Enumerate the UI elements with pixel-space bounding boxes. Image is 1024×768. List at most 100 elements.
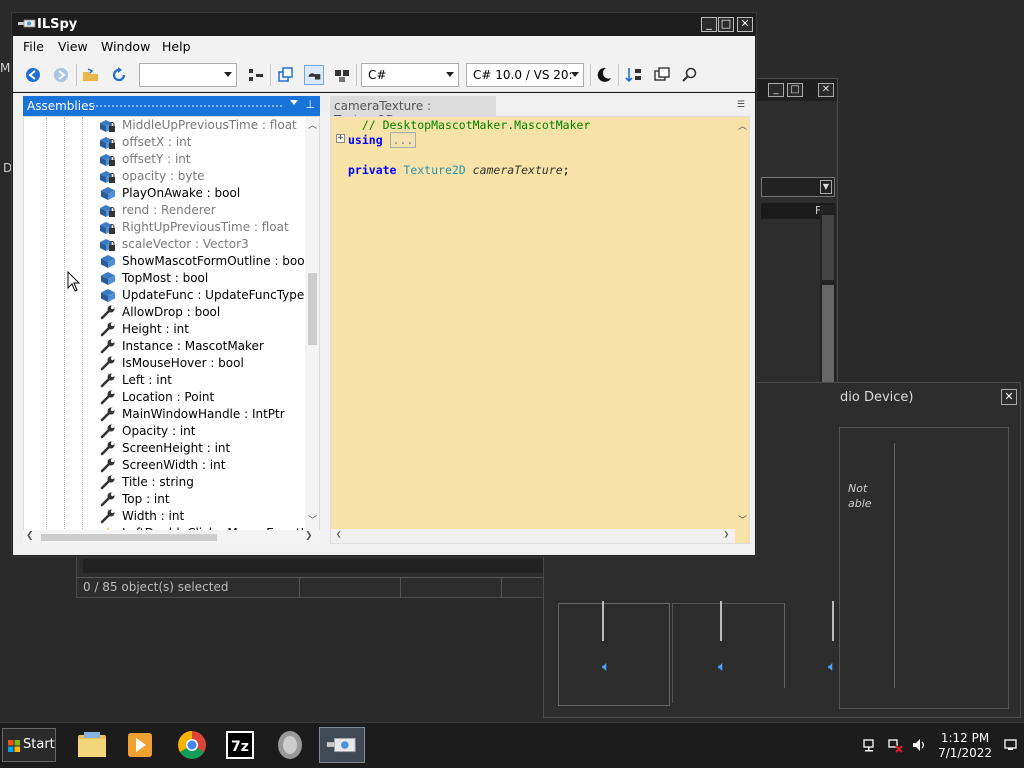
tree-item-label: TopMost : bool <box>122 271 209 285</box>
svg-text:7z: 7z <box>231 739 249 755</box>
property-wrench-icon <box>100 339 116 354</box>
property-wrench-icon <box>100 458 116 473</box>
tree-vscroll-thumb[interactable] <box>308 273 317 345</box>
system-clock[interactable]: 1:12 PM 7/1/2022 <box>938 731 992 761</box>
ilspy-window[interactable]: ILSpy _ □ ✕ File View Window Help C# C# … <box>11 12 757 557</box>
tree-hscroll[interactable]: ❮ ❯ <box>23 530 320 544</box>
tree-item-label: ScreenHeight : int <box>122 441 231 455</box>
code-comment: // DesktopMascotMaker.MascotMaker <box>361 118 591 132</box>
chrome-icon[interactable] <box>170 727 214 763</box>
close-button[interactable]: ✕ <box>737 17 753 32</box>
bg-letter-m: M <box>0 61 11 75</box>
tree-item-label: Location : Point <box>122 390 215 404</box>
property-wrench-icon <box>100 322 116 337</box>
refresh-icon[interactable] <box>109 65 129 85</box>
field-public-icon <box>100 271 116 286</box>
pin-icon[interactable]: ⊥ <box>305 98 315 111</box>
property-wrench-icon <box>100 424 116 439</box>
tab-camera-texture[interactable]: cameraTexture : Texture2D <box>330 96 496 127</box>
tree-hscroll-thumb[interactable] <box>41 534 217 541</box>
field-private-icon <box>100 135 116 150</box>
code-field-type[interactable]: Texture2D <box>403 163 465 177</box>
pane-dropdown-icon[interactable] <box>290 100 298 105</box>
sort-icon[interactable] <box>246 65 266 85</box>
media-player-icon[interactable] <box>118 727 162 763</box>
property-wrench-icon <box>100 356 116 371</box>
bg-status-text: 0 / 85 object(s) selected <box>83 580 229 594</box>
menu-help[interactable]: Help <box>162 39 191 54</box>
menu-bar: File View Window Help <box>13 36 755 58</box>
editor-vscroll[interactable]: ︿ ﹀ <box>735 117 749 529</box>
open-folder-icon[interactable] <box>81 65 101 85</box>
slider-handle-3[interactable] <box>832 601 840 641</box>
taskbar: Start 7z 1:12 PM 7/1/2022 <box>0 722 1024 768</box>
tree-item-label: ShowMascotFormOutline : bool <box>122 254 308 268</box>
bg-close-button[interactable]: ✕ <box>818 83 834 97</box>
sort-order-icon[interactable] <box>624 65 644 85</box>
minimize-button[interactable]: _ <box>701 17 717 32</box>
editor-hscroll[interactable]: ❮ ❯ <box>331 529 735 543</box>
search-icon[interactable] <box>680 65 700 85</box>
property-wrench-icon <box>100 441 116 456</box>
menu-file[interactable]: File <box>23 39 44 54</box>
field-private-icon <box>100 169 116 184</box>
notifications-icon[interactable] <box>1003 737 1019 753</box>
slider-handle-1[interactable] <box>602 601 610 641</box>
code-folded-usings[interactable]: ... <box>389 132 417 148</box>
code-editor[interactable]: // DesktopMascotMaker.MascotMaker + usin… <box>330 116 750 544</box>
tree-item-label: AllowDrop : bool <box>122 305 221 319</box>
property-wrench-icon <box>100 390 116 405</box>
audio-close-button[interactable]: ✕ <box>1001 389 1017 405</box>
bg-combo[interactable]: ▼ <box>761 177 835 197</box>
tree-item-label: IsMouseHover : bool <box>122 356 244 370</box>
language-combo[interactable]: C# <box>361 63 459 87</box>
property-wrench-icon <box>100 407 116 422</box>
tree-item-label: rend : Renderer <box>122 203 216 217</box>
field-public-icon <box>100 254 116 269</box>
fold-expand-icon[interactable]: + <box>336 134 345 143</box>
assembly-tree[interactable]: MiddleUpPreviousTime : float offsetX : in… <box>23 116 320 544</box>
dark-mode-icon[interactable] <box>594 65 614 85</box>
collapse-all-icon[interactable] <box>276 65 296 85</box>
property-wrench-icon <box>100 509 116 524</box>
new-tab-icon[interactable] <box>652 65 672 85</box>
speaker-icon[interactable]: 🔈︎ <box>828 659 836 675</box>
speaker-icon[interactable]: 🔈︎ <box>602 659 610 675</box>
tree-item-label: offsetX : int <box>122 135 192 149</box>
ilspy-titlebar[interactable]: ILSpy _ □ ✕ <box>12 13 756 36</box>
toolbar: C# C# 10.0 / VS 20: <box>13 58 755 92</box>
tree-item-label: scaleVector : Vector3 <box>122 237 249 251</box>
show-internal-icon[interactable] <box>332 65 352 85</box>
volume-icon[interactable] <box>911 737 927 753</box>
audio-app-icon[interactable] <box>268 727 312 763</box>
tree-vscroll[interactable]: ︿ ﹀ <box>305 117 319 543</box>
menu-view[interactable]: View <box>58 39 88 54</box>
maximize-button[interactable]: □ <box>718 17 734 32</box>
ilspy-taskbar-button[interactable] <box>319 727 365 763</box>
slider-handle-2[interactable] <box>720 601 728 641</box>
show-private-icon[interactable] <box>304 65 324 85</box>
back-icon[interactable] <box>23 65 43 85</box>
tree-item-label: Top : int <box>122 492 170 506</box>
assemblies-label: Assemblies <box>27 99 95 113</box>
bg-maximize-button[interactable]: □ <box>787 83 803 97</box>
property-wrench-icon <box>100 373 116 388</box>
tree-item-label: PlayOnAwake : bool <box>122 186 241 200</box>
tree-item-label: ScreenWidth : int <box>122 458 226 472</box>
menu-window[interactable]: Window <box>101 39 150 54</box>
network-disconnected-icon[interactable] <box>887 737 903 753</box>
language-version-combo[interactable]: C# 10.0 / VS 20: <box>466 63 584 87</box>
start-label: Start <box>23 737 55 752</box>
tab-list-dropdown-icon[interactable]: ☰ <box>737 100 745 110</box>
assembly-list-combo[interactable] <box>139 63 237 87</box>
speaker-icon[interactable]: 🔈︎ <box>718 659 726 675</box>
forward-icon[interactable] <box>51 65 71 85</box>
file-explorer-icon[interactable] <box>70 727 114 763</box>
tree-item-label: UpdateFunc : UpdateFuncType <box>122 288 305 302</box>
7zip-icon[interactable]: 7z <box>218 727 262 763</box>
network-icon[interactable] <box>862 737 878 753</box>
bg-minimize-button[interactable]: _ <box>768 83 784 97</box>
tree-item-label: MainWindowHandle : IntPtr <box>122 407 285 421</box>
code-field-name[interactable]: cameraTexture <box>473 163 563 177</box>
start-button[interactable]: Start <box>2 728 56 762</box>
